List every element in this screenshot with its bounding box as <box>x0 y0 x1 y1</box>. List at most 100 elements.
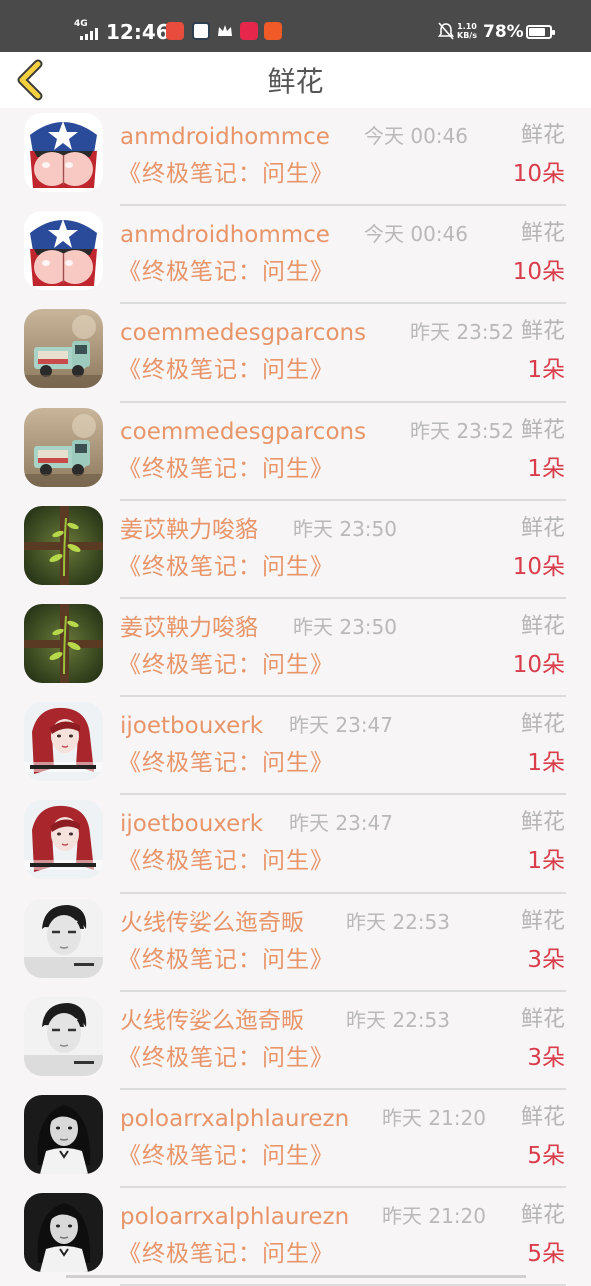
app-notification-icon <box>240 22 258 40</box>
captain-america-avatar <box>24 211 103 291</box>
bw-girl-avatar <box>24 1193 103 1273</box>
list-item[interactable]: anmdroidhommce 今天 00:46 鲜花 《终极笔记：问生》 10朵 <box>0 108 591 207</box>
flower-count: 3朵 <box>527 1044 565 1071</box>
flower-count: 5朵 <box>527 1142 565 1169</box>
flower-count: 10朵 <box>512 259 565 286</box>
avatar[interactable] <box>24 113 103 192</box>
list-item[interactable]: coemmedesgparcons 昨天 23:52 鲜花 《终极笔记：问生》 … <box>0 403 591 501</box>
flower-count: 1朵 <box>527 750 565 777</box>
timestamp: 昨天 21:20 <box>382 1105 486 1130</box>
flower-count: 1朵 <box>527 357 565 384</box>
avatar[interactable] <box>24 1094 103 1174</box>
avatar[interactable] <box>24 603 103 683</box>
avatar[interactable] <box>24 702 103 782</box>
avatar[interactable] <box>24 1193 103 1273</box>
battery-percent: 78% <box>483 22 524 42</box>
timestamp: 昨天 23:52 <box>410 418 514 443</box>
avatar[interactable] <box>24 211 103 291</box>
flower-record-list[interactable]: anmdroidhommce 今天 00:46 鲜花 《终极笔记：问生》 10朵… <box>0 108 591 1286</box>
list-item[interactable]: 火线传娑么迤奇畈 昨天 22:53 鲜花 《终极笔记：问生》 3朵 <box>0 992 591 1090</box>
book-title: 《终极笔记：问生》 <box>118 357 334 384</box>
flower-count: 5朵 <box>527 1241 565 1268</box>
mute-bell-icon <box>437 22 455 40</box>
signal-icon <box>80 28 100 40</box>
speed-unit: KB/s <box>457 31 477 40</box>
gift-type-label: 鲜花 <box>520 712 565 738</box>
book-title: 《终极笔记：问生》 <box>118 1241 334 1268</box>
user-name: 姜苡鞅力唆貉 <box>120 516 258 543</box>
list-item[interactable]: 姜苡鞅力唆貉 昨天 23:50 鲜花 《终极笔记：问生》 10朵 <box>0 599 591 698</box>
avatar[interactable] <box>24 407 103 487</box>
app-notification-icon <box>166 22 184 40</box>
back-button[interactable] <box>14 58 48 102</box>
book-title: 《终极笔记：问生》 <box>118 553 334 580</box>
timestamp: 昨天 23:50 <box>293 516 397 541</box>
toy-truck-avatar <box>24 309 103 389</box>
list-item[interactable]: 姜苡鞅力唆貉 昨天 23:50 鲜花 《终极笔记：问生》 10朵 <box>0 501 591 599</box>
plant-fence-avatar <box>24 603 103 683</box>
app-notification-icon <box>264 22 282 40</box>
battery-icon <box>526 25 555 39</box>
flower-count: 10朵 <box>512 651 565 678</box>
timestamp: 今天 00:46 <box>364 222 468 247</box>
crown-icon <box>216 22 234 40</box>
book-title: 《终极笔记：问生》 <box>118 161 334 187</box>
timestamp: 昨天 23:47 <box>289 811 393 836</box>
user-name: coemmedesgparcons <box>120 320 367 347</box>
gift-type-label: 鲜花 <box>520 1104 565 1130</box>
bw-girl-avatar <box>24 1094 103 1174</box>
speed-value: 1.10 <box>457 22 477 31</box>
red-hair-girl-avatar <box>24 800 103 880</box>
gift-type-label: 鲜花 <box>520 123 565 148</box>
app-notification-icon <box>192 22 210 40</box>
gift-type-label: 鲜花 <box>520 613 565 639</box>
timestamp: 昨天 23:52 <box>410 320 514 345</box>
user-name: 火线传娑么迤奇畈 <box>120 1007 304 1034</box>
book-title: 《终极笔记：问生》 <box>118 1142 334 1169</box>
bw-boy-avatar <box>24 898 103 978</box>
network-speed: 1.10 KB/s <box>457 22 477 40</box>
list-item[interactable]: ijoetbouxerk 昨天 23:47 鲜花 《终极笔记：问生》 1朵 <box>0 697 591 796</box>
avatar[interactable] <box>24 505 103 585</box>
gift-type-label: 鲜花 <box>520 810 565 836</box>
user-name: 火线传娑么迤奇畈 <box>120 909 304 936</box>
user-name: coemmedesgparcons <box>120 418 367 445</box>
flower-count: 1朵 <box>527 848 565 875</box>
list-item[interactable]: ijoetbouxerk 昨天 23:47 鲜花 《终极笔记：问生》 1朵 <box>0 795 591 894</box>
timestamp: 昨天 23:47 <box>289 713 393 738</box>
toy-truck-avatar <box>24 407 103 487</box>
title-bar: 鲜花 <box>0 52 591 108</box>
flower-count: 10朵 <box>512 553 565 580</box>
flower-count: 1朵 <box>527 455 565 482</box>
book-title: 《终极笔记：问生》 <box>118 848 334 875</box>
list-item[interactable]: poloarrxalphlaurezn 昨天 21:20 鲜花 《终极笔记：问生… <box>0 1188 591 1286</box>
timestamp: 昨天 22:53 <box>346 1007 450 1032</box>
bw-boy-avatar <box>24 996 103 1076</box>
gift-type-label: 鲜花 <box>520 515 565 541</box>
avatar[interactable] <box>24 800 103 880</box>
list-item[interactable]: 火线传娑么迤奇畈 昨天 22:53 鲜花 《终极笔记：问生》 3朵 <box>0 894 591 992</box>
avatar[interactable] <box>24 309 103 389</box>
book-title: 《终极笔记：问生》 <box>118 651 334 678</box>
page-title: 鲜花 <box>267 65 324 98</box>
avatar[interactable] <box>24 898 103 978</box>
red-hair-girl-avatar <box>24 702 103 782</box>
gift-type-label: 鲜花 <box>520 319 565 345</box>
book-title: 《终极笔记：问生》 <box>118 750 334 777</box>
timestamp: 昨天 23:50 <box>293 614 397 639</box>
chevron-left-icon <box>17 59 43 101</box>
captain-america-avatar <box>24 113 103 192</box>
user-name: poloarrxalphlaurezn <box>120 1105 350 1132</box>
list-item[interactable]: coemmedesgparcons 昨天 23:52 鲜花 《终极笔记：问生》 … <box>0 304 591 403</box>
status-bar: 4G 12:46 1.10 KB/s 78% <box>0 0 591 52</box>
avatar[interactable] <box>24 996 103 1076</box>
user-name: ijoetbouxerk <box>120 811 264 838</box>
book-title: 《终极笔记：问生》 <box>118 1044 334 1071</box>
flower-count: 3朵 <box>527 946 565 973</box>
gift-type-label: 鲜花 <box>520 417 565 443</box>
user-name: 姜苡鞅力唆貉 <box>120 614 258 641</box>
timestamp: 今天 00:46 <box>364 124 468 148</box>
list-item[interactable]: anmdroidhommce 今天 00:46 鲜花 《终极笔记：问生》 10朵 <box>0 206 591 305</box>
flower-count: 10朵 <box>512 161 565 187</box>
list-item[interactable]: poloarrxalphlaurezn 昨天 21:20 鲜花 《终极笔记：问生… <box>0 1090 591 1189</box>
